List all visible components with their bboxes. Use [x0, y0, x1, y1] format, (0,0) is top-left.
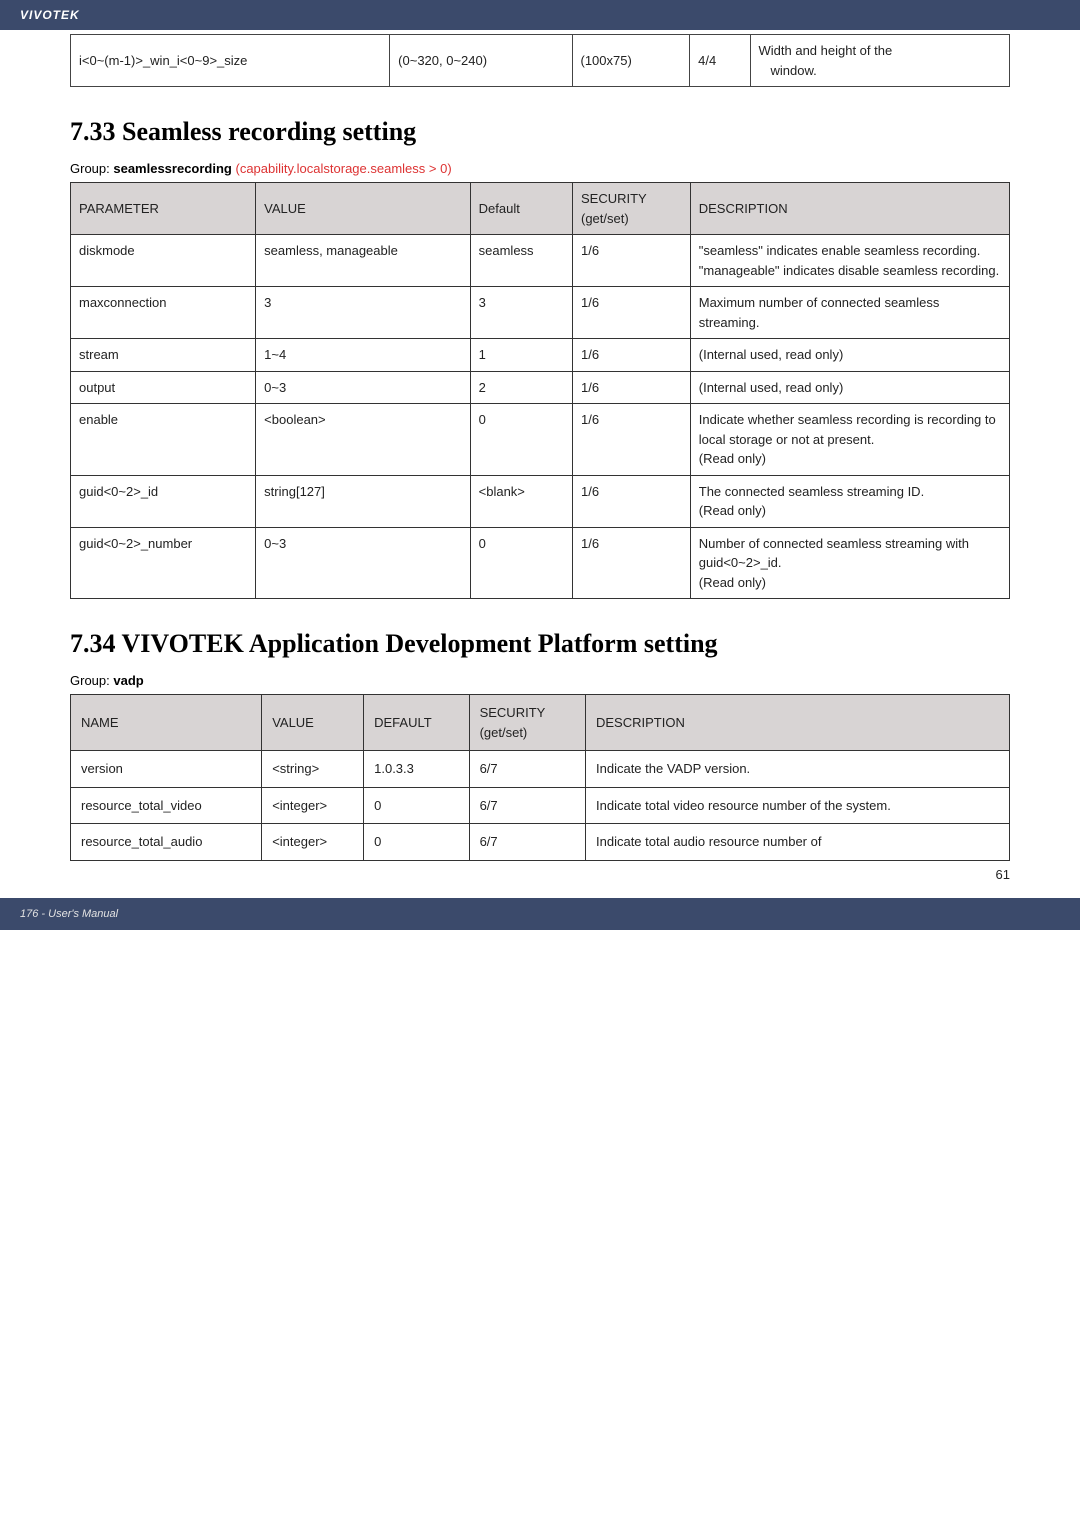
table-row: resource_total_audio <integer> 0 6/7 Ind…	[71, 824, 1010, 861]
seamless-table: PARAMETER VALUE Default SECURITY (get/se…	[70, 182, 1010, 599]
cell-value: 0~3	[256, 371, 470, 404]
cell-default: 3	[470, 287, 572, 339]
table-row: output 0~3 2 1/6 (Internal used, read on…	[71, 371, 1010, 404]
cell-value: <integer>	[262, 787, 364, 824]
cell-value: <string>	[262, 751, 364, 788]
table-row: diskmode seamless, manageable seamless 1…	[71, 235, 1010, 287]
tt-c4-line1: Width and height of the	[759, 43, 893, 58]
section-heading-1: 7.33 Seamless recording setting	[70, 117, 1010, 147]
tt-c2: (100x75)	[572, 35, 690, 87]
th-security: SECURITY (get/set)	[572, 183, 690, 235]
th-value: VALUE	[262, 695, 364, 751]
th-default: DEFAULT	[364, 695, 469, 751]
cell-desc: The connected seamless streaming ID. (Re…	[690, 475, 1009, 527]
cell-default: 0	[470, 404, 572, 476]
cell-security: 6/7	[469, 751, 585, 788]
brand-text: VIVOTEK	[20, 8, 80, 22]
cell-name: resource_total_audio	[71, 824, 262, 861]
th-security-l2: (get/set)	[581, 211, 629, 226]
cell-security: 6/7	[469, 787, 585, 824]
cell-security: 1/6	[572, 339, 690, 372]
group-line-2: Group: vadp	[70, 673, 1010, 688]
table-row: guid<0~2>_number 0~3 0 1/6 Number of con…	[71, 527, 1010, 599]
brand-header: VIVOTEK	[0, 0, 1080, 30]
section-heading-2: 7.34 VIVOTEK Application Development Pla…	[70, 629, 1010, 659]
group-prefix-1: Group:	[70, 161, 113, 176]
top-table: i<0~(m-1)>_win_i<0~9>_size (0~320, 0~240…	[70, 34, 1010, 87]
cell-default: seamless	[470, 235, 572, 287]
footer-bar: 176 - User's Manual	[0, 898, 1080, 930]
group-name-2: vadp	[113, 673, 143, 688]
tt-c4-line2: window.	[759, 61, 1002, 81]
cell-desc: Indicate total audio resource number of	[586, 824, 1010, 861]
group-name-1: seamlessrecording	[113, 161, 232, 176]
th-security: SECURITY (get/set)	[469, 695, 585, 751]
cell-desc: (Internal used, read only)	[690, 371, 1009, 404]
cell-parameter: stream	[71, 339, 256, 372]
th-default: Default	[470, 183, 572, 235]
table-row: stream 1~4 1 1/6 (Internal used, read on…	[71, 339, 1010, 372]
cell-security: 1/6	[572, 475, 690, 527]
th-value: VALUE	[256, 183, 470, 235]
cell-desc: Indicate the VADP version.	[586, 751, 1010, 788]
cell-default: 2	[470, 371, 572, 404]
cell-value: seamless, manageable	[256, 235, 470, 287]
cell-parameter: maxconnection	[71, 287, 256, 339]
tt-c0: i<0~(m-1)>_win_i<0~9>_size	[71, 35, 390, 87]
cell-parameter: enable	[71, 404, 256, 476]
cell-security: 1/6	[572, 527, 690, 599]
group-prefix-2: Group:	[70, 673, 113, 688]
cell-desc: "seamless" indicates enable seamless rec…	[690, 235, 1009, 287]
th-security-l1: SECURITY	[581, 191, 647, 206]
vadp-table: NAME VALUE DEFAULT SECURITY (get/set) DE…	[70, 694, 1010, 861]
table-row: enable <boolean> 0 1/6 Indicate whether …	[71, 404, 1010, 476]
cell-value: <boolean>	[256, 404, 470, 476]
group-suffix-1: (capability.localstorage.seamless > 0)	[232, 161, 452, 176]
table-row: maxconnection 3 3 1/6 Maximum number of …	[71, 287, 1010, 339]
cell-security: 1/6	[572, 287, 690, 339]
cell-parameter: guid<0~2>_number	[71, 527, 256, 599]
cell-desc: Maximum number of connected seamless str…	[690, 287, 1009, 339]
table-row: guid<0~2>_id string[127] <blank> 1/6 The…	[71, 475, 1010, 527]
cell-security: 6/7	[469, 824, 585, 861]
tt-c1: (0~320, 0~240)	[390, 35, 572, 87]
cell-security: 1/6	[572, 235, 690, 287]
cell-security: 1/6	[572, 371, 690, 404]
cell-value: 0~3	[256, 527, 470, 599]
group-line-1: Group: seamlessrecording (capability.loc…	[70, 161, 1010, 176]
page-number: 61	[0, 861, 1080, 888]
th-security-l2: (get/set)	[480, 725, 528, 740]
cell-default: 1.0.3.3	[364, 751, 469, 788]
cell-parameter: diskmode	[71, 235, 256, 287]
cell-value: <integer>	[262, 824, 364, 861]
cell-value: 3	[256, 287, 470, 339]
cell-name: resource_total_video	[71, 787, 262, 824]
tt-c3: 4/4	[690, 35, 750, 87]
cell-parameter: guid<0~2>_id	[71, 475, 256, 527]
table-row: version <string> 1.0.3.3 6/7 Indicate th…	[71, 751, 1010, 788]
cell-value: string[127]	[256, 475, 470, 527]
cell-default: 0	[364, 787, 469, 824]
th-name: NAME	[71, 695, 262, 751]
table-row: resource_total_video <integer> 0 6/7 Ind…	[71, 787, 1010, 824]
cell-security: 1/6	[572, 404, 690, 476]
cell-desc: Indicate total video resource number of …	[586, 787, 1010, 824]
cell-default: 0	[364, 824, 469, 861]
cell-default: 0	[470, 527, 572, 599]
th-security-l1: SECURITY	[480, 705, 546, 720]
th-parameter: PARAMETER	[71, 183, 256, 235]
cell-default: 1	[470, 339, 572, 372]
th-description: DESCRIPTION	[586, 695, 1010, 751]
page-content: i<0~(m-1)>_win_i<0~9>_size (0~320, 0~240…	[0, 34, 1080, 861]
footer-text: 176 - User's Manual	[20, 908, 118, 920]
cell-desc: Number of connected seamless streaming w…	[690, 527, 1009, 599]
cell-desc: Indicate whether seamless recording is r…	[690, 404, 1009, 476]
cell-name: version	[71, 751, 262, 788]
th-description: DESCRIPTION	[690, 183, 1009, 235]
cell-parameter: output	[71, 371, 256, 404]
cell-default: <blank>	[470, 475, 572, 527]
cell-value: 1~4	[256, 339, 470, 372]
tt-c4: Width and height of the window.	[750, 35, 1010, 87]
cell-desc: (Internal used, read only)	[690, 339, 1009, 372]
